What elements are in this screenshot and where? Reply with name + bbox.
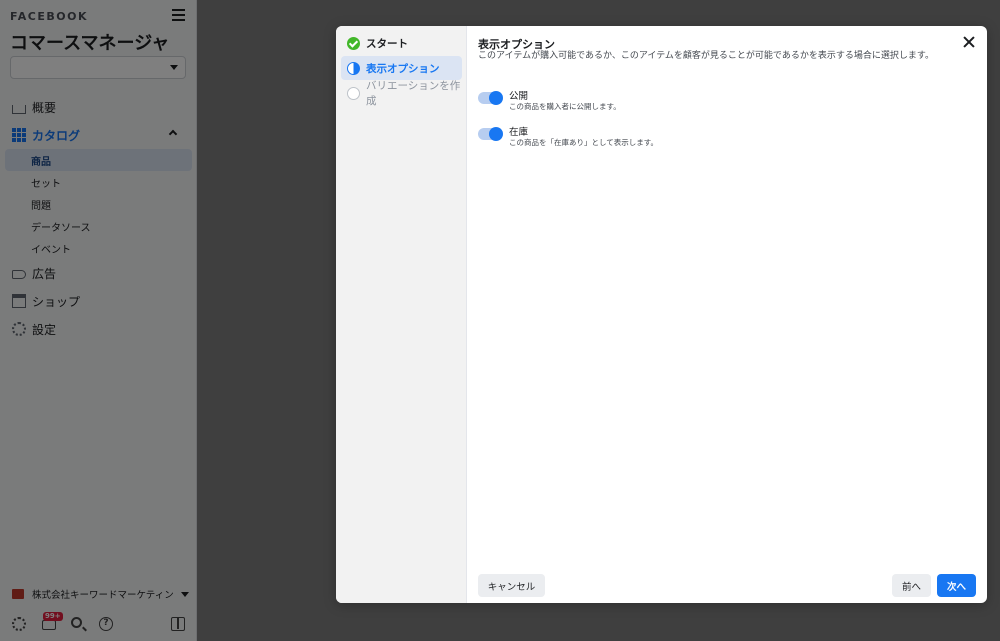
check-circle-icon bbox=[347, 36, 360, 50]
option-description: この商品を「在庫あり」として表示します。 bbox=[509, 138, 659, 147]
dialog-description: このアイテムが購入可能であるか、このアイテムを顧客が見ることが可能であるかを表示… bbox=[478, 51, 934, 61]
step-visibility-options[interactable]: 表示オプション bbox=[341, 56, 462, 80]
step-label: 表示オプション bbox=[366, 62, 440, 75]
empty-circle-icon bbox=[347, 86, 360, 100]
step-start[interactable]: スタート bbox=[341, 31, 462, 55]
option-description: この商品を購入者に公開します。 bbox=[509, 102, 621, 111]
step-label: スタート bbox=[366, 37, 408, 50]
option-label: 在庫 bbox=[509, 127, 529, 138]
option-in-stock: 在庫 この商品を「在庫あり」として表示します。 bbox=[478, 124, 878, 154]
public-toggle[interactable] bbox=[478, 91, 503, 105]
step-create-variations: バリエーションを作成 bbox=[341, 80, 462, 107]
in-stock-toggle[interactable] bbox=[478, 127, 503, 141]
option-label: 公開 bbox=[509, 91, 529, 102]
dialog-content: 表示オプション このアイテムが購入可能であるか、このアイテムを顧客が見ることが可… bbox=[467, 26, 987, 603]
half-circle-icon bbox=[347, 61, 360, 75]
step-list: スタート 表示オプション バリエーションを作成 bbox=[336, 26, 467, 603]
close-icon[interactable] bbox=[963, 36, 975, 48]
previous-button[interactable]: 前へ bbox=[892, 574, 931, 597]
cancel-button[interactable]: キャンセル bbox=[478, 574, 545, 597]
option-public: 公開 この商品を購入者に公開します。 bbox=[478, 88, 878, 118]
step-label: バリエーションを作成 bbox=[366, 80, 461, 107]
create-item-dialog: スタート 表示オプション バリエーションを作成 表示オプション このアイテムが購… bbox=[336, 26, 987, 603]
next-button[interactable]: 次へ bbox=[937, 574, 976, 597]
